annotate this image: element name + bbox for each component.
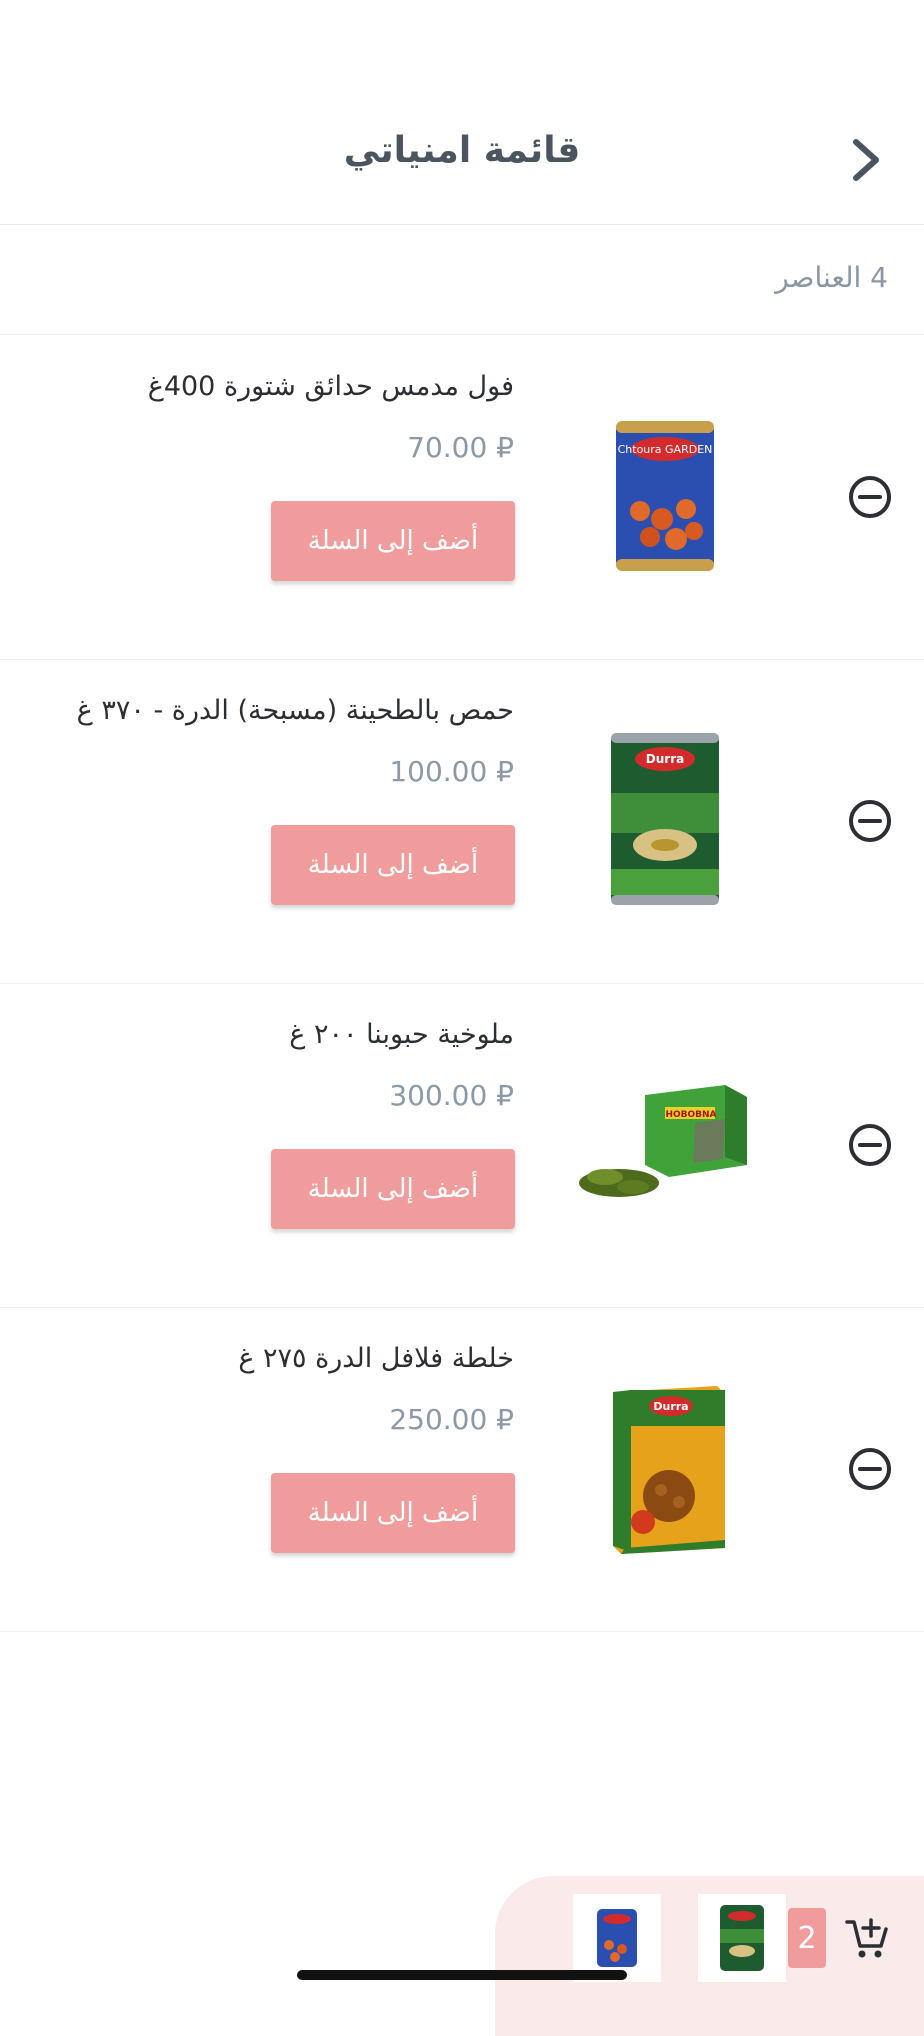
- add-to-cart-button[interactable]: أضف إلى السلة: [271, 825, 515, 905]
- page-title: قائمة امنياتي: [343, 130, 581, 171]
- remove-circle-icon: [849, 1448, 891, 1490]
- product-name: حمص بالطحينة (مسبحة) الدرة - ٣٧٠ غ: [76, 695, 514, 726]
- remove-button[interactable]: [846, 473, 894, 521]
- product-price: 250.00 ₽: [389, 1403, 514, 1436]
- wishlist-item: حمص بالطحينة (مسبحة) الدرة - ٣٧٠ غ 100.0…: [0, 659, 924, 984]
- product-name: ملوخية حبوبنا ٢٠٠ غ: [289, 1019, 514, 1050]
- product-price: 70.00 ₽: [407, 431, 514, 464]
- product-price: 100.00 ₽: [389, 755, 514, 788]
- mini-cart-bar[interactable]: 2: [495, 1876, 924, 2036]
- box-icon: HOBOBNA: [579, 1085, 747, 1197]
- product-image-label: HOBOBNA: [665, 1110, 716, 1120]
- product-image[interactable]: HOBOBNA: [555, 1033, 775, 1253]
- remove-circle-icon: [849, 1124, 891, 1166]
- product-image[interactable]: Durra: [555, 709, 775, 929]
- can-icon: Chtoura GARDEN: [616, 421, 714, 571]
- add-to-cart-icon: [845, 1918, 888, 1958]
- add-to-cart-button[interactable]: أضف إلى السلة: [271, 501, 515, 581]
- can-icon: [720, 1905, 764, 1971]
- cart-thumbnail[interactable]: [698, 1894, 786, 1982]
- app-header: قائمة امنياتي: [0, 0, 924, 225]
- wishlist-item: ملوخية حبوبنا ٢٠٠ غ 300.00 ₽ أضف إلى الس…: [0, 983, 924, 1308]
- remove-button[interactable]: [846, 1445, 894, 1493]
- product-image-label: Chtoura GARDEN: [618, 443, 713, 456]
- remove-button[interactable]: [846, 797, 894, 845]
- chevron-right-icon: [853, 139, 879, 181]
- product-image-label: Durra: [646, 752, 684, 766]
- box-icon: Durra: [613, 1386, 725, 1554]
- can-icon: Durra: [611, 733, 719, 905]
- cart-thumbnail[interactable]: [573, 1894, 661, 1982]
- cart-count-badge: 2: [788, 1908, 826, 1968]
- remove-button[interactable]: [846, 1121, 894, 1169]
- add-to-cart-button[interactable]: أضف إلى السلة: [271, 1149, 515, 1229]
- add-to-cart-button[interactable]: أضف إلى السلة: [271, 1473, 515, 1553]
- home-indicator: [297, 1970, 627, 1980]
- remove-circle-icon: [849, 476, 891, 518]
- product-image[interactable]: Chtoura GARDEN: [555, 385, 775, 605]
- wishlist-item: خلطة فلافل الدرة ٢٧٥ غ 250.00 ₽ أضف إلى …: [0, 1307, 924, 1632]
- back-button[interactable]: [842, 136, 890, 184]
- product-name: فول مدمس حدائق شتورة 400غ: [147, 371, 514, 402]
- wishlist-item: فول مدمس حدائق شتورة 400غ 70.00 ₽ أضف إل…: [0, 335, 924, 660]
- product-image[interactable]: Durra: [555, 1357, 775, 1577]
- product-image-label: Durra: [653, 1400, 688, 1413]
- product-price: 300.00 ₽: [389, 1079, 514, 1112]
- cart-button[interactable]: [843, 1914, 891, 1962]
- items-count: 4 العناصر: [775, 261, 888, 294]
- remove-circle-icon: [849, 800, 891, 842]
- can-icon: [597, 1909, 637, 1967]
- product-name: خلطة فلافل الدرة ٢٧٥ غ: [238, 1343, 514, 1374]
- items-count-row: 4 العناصر: [0, 225, 924, 335]
